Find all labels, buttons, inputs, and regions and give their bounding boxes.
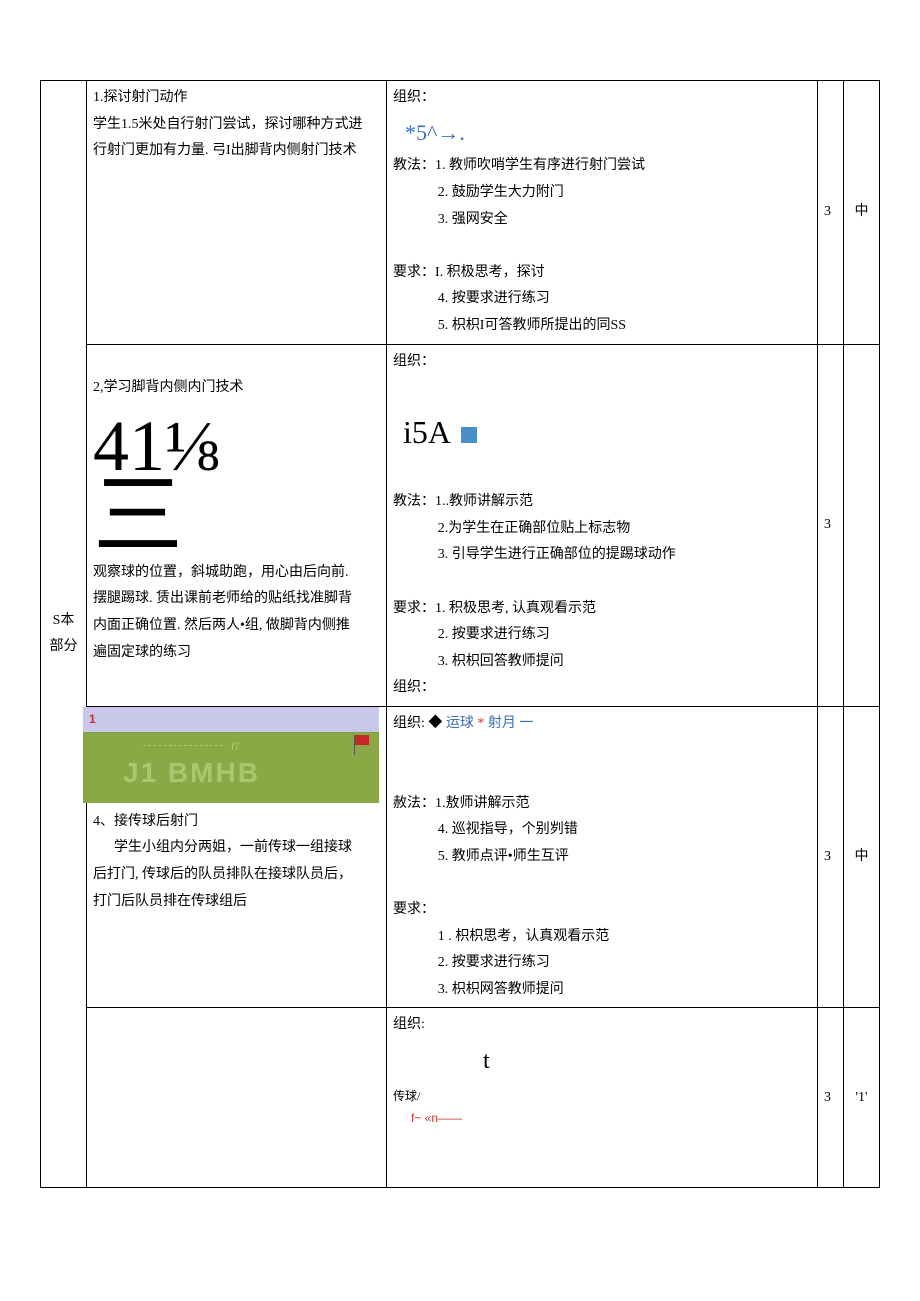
table-row: S本部分 1.探讨射门动作 学生1.5米处自行射门尝试，探讨哪种方式进 行射门更… [41,81,880,345]
count-cell-1: 3 [818,81,844,345]
table-row: 组织: t 传球/ f~ «n—— 3 '1' [41,1008,880,1188]
s1-body-line2: 行射门更加有力量. 弓I出脚背内侧射门技术 [93,138,380,165]
r3-zuzhi-label: 组织: [393,716,428,731]
count-cell-3: 3 [818,706,844,1008]
r3-jiaofa-2: 4. 巡视指导，个别刿错 [393,817,811,844]
red-num-1: 1 [89,708,96,731]
r2-jiaofa-3: 3. 引导学生进行正确部位的提踢球动作 [393,542,811,569]
r2-yaoqiu-3: 3. 枳枳回答教师提问 [393,649,811,676]
count-cell-4: 3 [818,1008,844,1188]
diamond-icon: ◆ [428,716,442,731]
intensity-1: 中 [855,204,869,219]
right-cell-4: 组织: t 传球/ f~ «n—— [387,1008,818,1188]
intensity-4: '1' [855,1090,867,1105]
table-row: 1 f7 J1 BMHB 4、接传球后射门 学生小组内分两姐，一前传球一组接球 … [41,706,880,1008]
r2-yaoqiu-2: 2. 按要求进行练习 [393,622,811,649]
r3-yunqiu: 运球 [446,716,474,731]
r1-zuzhi: 组织： [393,85,811,112]
intensity-cell-4: '1' [844,1008,880,1188]
r2-zuzhi: 组织： [393,349,811,376]
s2-p4: 遍固定球的练习 [93,640,380,667]
s2-p1: 观察球的位置，斜城助跑，用心由后向前. [93,560,380,587]
right-cell-2: 组织： i5A 教法：1..教师讲解示范 2.为学生在正确部位贴上标志物 3. … [387,344,818,706]
blue-square-icon [461,427,477,443]
s2-p2: 摆腿踢球. 赁出课前老师给的贴纸找准脚背 [93,586,380,613]
s4-p2: 后打门, 传球后的队员排队在接球队员后， [93,862,380,889]
r3-sheyue: 射月 [488,716,516,731]
s2-title: 2,学习脚背内侧内门技术 [93,375,380,402]
r3-yaoqiu-3: 3. 枳枳网答教师提问 [393,977,811,1004]
r3-yaoqiu-0: 要求： [393,897,811,924]
r1-yaoqiu-2: 4. 按要求进行练习 [393,286,811,313]
r3-zuzhi-line: 组织: ◆ 运球 * 射月 一 [393,711,811,738]
r4-t: t [393,1039,811,1085]
right-cell-1: 组织： *5^→. 教法：1. 教师吹哨学生有序进行射门尝试 2. 鼓励学生大力… [387,81,818,345]
r3-yaoqiu-1: 1 . 枳枳思考，认真观看示范 [393,924,811,951]
grass-big-text: J1 BMHB [123,746,260,799]
intensity-cell-3: 中 [844,706,880,1008]
s1-body-line1: 学生1.5米处自行射门尝试，探讨哪种方式进 [93,112,380,139]
section-label: S本部分 [47,608,80,661]
count-3: 3 [824,849,831,864]
r1-yaoqiu-1: 要求：I. 积极思考，探讨 [393,260,811,287]
r4-chuanqiu: 传球/ [393,1085,811,1108]
table-row: 2,学习脚背内侧内门技术 41⅛ 三 观察球的位置，斜城助跑，用心由后向前. 摆… [41,344,880,706]
s2-bars: 三 [93,490,380,560]
left-cell-3: 1 f7 J1 BMHB 4、接传球后射门 学生小组内分两姐，一前传球一组接球 … [87,706,387,1008]
s2-p3: 内面正确位置. 然后两人•组, 做脚背内侧推 [93,613,380,640]
sky-band: 1 [83,707,379,733]
r4-fn: f~ «n—— [393,1107,811,1130]
right-cell-3: 组织: ◆ 运球 * 射月 一 赦法：1.敖师讲解示范 4. 巡视指导，个别刿错… [387,706,818,1008]
intensity-cell-2 [844,344,880,706]
s4-p1: 学生小组内分两姐，一前传球一组接球 [93,835,380,862]
left-cell-4 [87,1008,387,1188]
lesson-plan-table: S本部分 1.探讨射门动作 学生1.5米处自行射门尝试，探讨哪种方式进 行射门更… [40,80,880,1188]
r3-zuzhi0: 组织： [393,675,811,702]
r2-yaoqiu-1: 要求：1. 积极思考, 认真观看示范 [393,596,811,623]
r1-yaoqiu-3: 5. 枳枳I可答教师所提出的同SS [393,313,811,340]
flag-icon [355,735,369,745]
r2-jiaofa-1: 教法：1..教师讲解示范 [393,489,811,516]
r1-jiaofa-3: 3. 强网安全 [393,207,811,234]
intensity-3: 中 [855,849,869,864]
r2-jiaofa-2: 2.为学生在正确部位贴上标志物 [393,516,811,543]
s4-title: 4、接传球后射门 [93,809,380,836]
r3-yaoqiu-2: 2. 按要求进行练习 [393,950,811,977]
count-4: 3 [824,1090,831,1105]
r4-zuzhi: 组织: [393,1012,811,1039]
section-label-cell: S本部分 [41,81,87,1188]
dash-icon: 一 [519,716,533,731]
star-icon: * [477,716,484,731]
intensity-cell-1: 中 [844,81,880,345]
left-cell-1: 1.探讨射门动作 学生1.5米处自行射门尝试，探讨哪种方式进 行射门更加有力量.… [87,81,387,345]
r3-jiaofa-3: 5. 教师点评•师生互评 [393,844,811,871]
r1-jiaofa-1: 教法：1. 教师吹哨学生有序进行射门尝试 [393,153,811,180]
count-1: 3 [824,204,831,219]
left-cell-2: 2,学习脚背内侧内门技术 41⅛ 三 观察球的位置，斜城助跑，用心由后向前. 摆… [87,344,387,706]
r1-star-line: *5^→. [393,112,811,154]
r1-jiaofa-2: 2. 鼓励学生大力附门 [393,180,811,207]
r3-jiaofa-1: 赦法：1.敖师讲解示范 [393,791,811,818]
field-illustration: 1 f7 J1 BMHB [83,707,379,803]
s4-p3: 打门后队员排在传球组后 [93,889,380,916]
count-cell-2: 3 [818,344,844,706]
s1-title: 1.探讨射门动作 [93,85,380,112]
count-2: 3 [824,517,831,532]
r2-i5a-text: i5A [403,414,449,450]
grass-band: f7 J1 BMHB [83,733,379,803]
r2-i5a-line: i5A [393,402,811,463]
